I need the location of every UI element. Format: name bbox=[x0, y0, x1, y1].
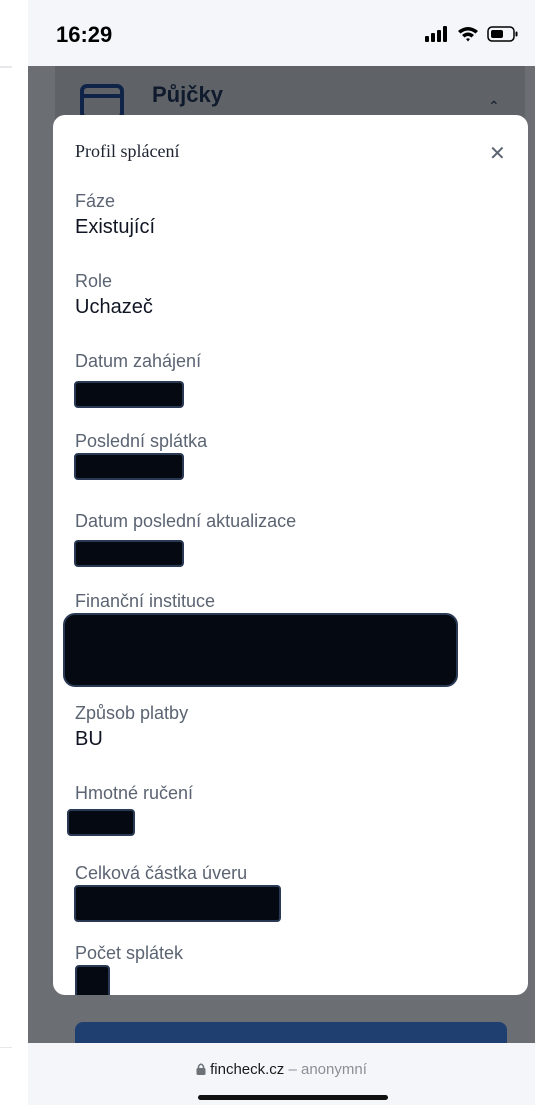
repayment-profile-modal: Profil splácení ✕ Fáze Existující Role U… bbox=[53, 115, 528, 995]
field-label: Datum zahájení bbox=[75, 351, 202, 371]
field-role: Role Uchazeč bbox=[75, 271, 153, 319]
battery-icon bbox=[487, 26, 518, 42]
redacted-value bbox=[74, 885, 281, 922]
browser-address-bar[interactable]: fincheck.cz – anonymní bbox=[28, 1043, 535, 1105]
url-domain: fincheck.cz bbox=[210, 1061, 285, 1078]
field-phase: Fáze Existující bbox=[75, 191, 155, 239]
divider bbox=[0, 66, 12, 68]
modal-title: Profil splácení bbox=[75, 141, 180, 161]
field-label: Datum poslední aktualizace bbox=[75, 511, 297, 531]
field-label: Hmotné ručení bbox=[75, 783, 194, 803]
field-label: Role bbox=[75, 271, 113, 291]
field-installment-count: Počet splátek bbox=[75, 943, 183, 964]
divider bbox=[0, 1047, 12, 1048]
field-value: BU bbox=[75, 728, 103, 750]
field-value: Uchazeč bbox=[75, 296, 153, 318]
field-label: Fáze bbox=[75, 191, 116, 211]
field-label: Poslední splátka bbox=[75, 431, 208, 451]
redacted-value bbox=[74, 381, 184, 408]
status-icons bbox=[425, 26, 519, 42]
field-start-date: Datum zahájení bbox=[75, 351, 201, 372]
field-label: Finanční instituce bbox=[75, 591, 216, 611]
field-collateral: Hmotné ručení bbox=[75, 783, 193, 804]
field-last-payment: Poslední splátka bbox=[75, 431, 207, 452]
redacted-value bbox=[67, 809, 135, 836]
redacted-value bbox=[74, 540, 184, 567]
url-display[interactable]: fincheck.cz – anonymní bbox=[28, 1061, 535, 1078]
home-indicator[interactable] bbox=[198, 1095, 388, 1100]
redacted-value bbox=[63, 613, 458, 687]
close-icon[interactable]: ✕ bbox=[489, 141, 506, 166]
field-label: Počet splátek bbox=[75, 943, 184, 963]
lock-icon bbox=[196, 1063, 206, 1075]
field-label: Způsob platby bbox=[75, 703, 189, 723]
field-payment-method: Způsob platby BU bbox=[75, 703, 188, 751]
loans-section-title: Půjčky bbox=[152, 82, 223, 107]
redacted-value bbox=[74, 453, 184, 480]
field-financial-institution: Finanční instituce bbox=[75, 591, 215, 612]
left-edge-strip bbox=[0, 0, 28, 1105]
redacted-value bbox=[75, 965, 110, 995]
field-value: Existující bbox=[75, 216, 156, 238]
signal-icon bbox=[425, 26, 447, 42]
field-total-loan-amount: Celková částka úveru bbox=[75, 863, 247, 884]
status-time: 16:29 bbox=[56, 22, 113, 47]
field-last-update-date: Datum poslední aktualizace bbox=[75, 511, 296, 532]
url-separator: – bbox=[284, 1061, 301, 1078]
private-mode-label: anonymní bbox=[301, 1061, 367, 1078]
field-label: Celková částka úveru bbox=[75, 863, 248, 883]
status-bar: 16:29 bbox=[28, 0, 535, 66]
wifi-icon bbox=[458, 27, 478, 42]
chevron-up-icon[interactable]: ⌃ bbox=[488, 98, 500, 115]
